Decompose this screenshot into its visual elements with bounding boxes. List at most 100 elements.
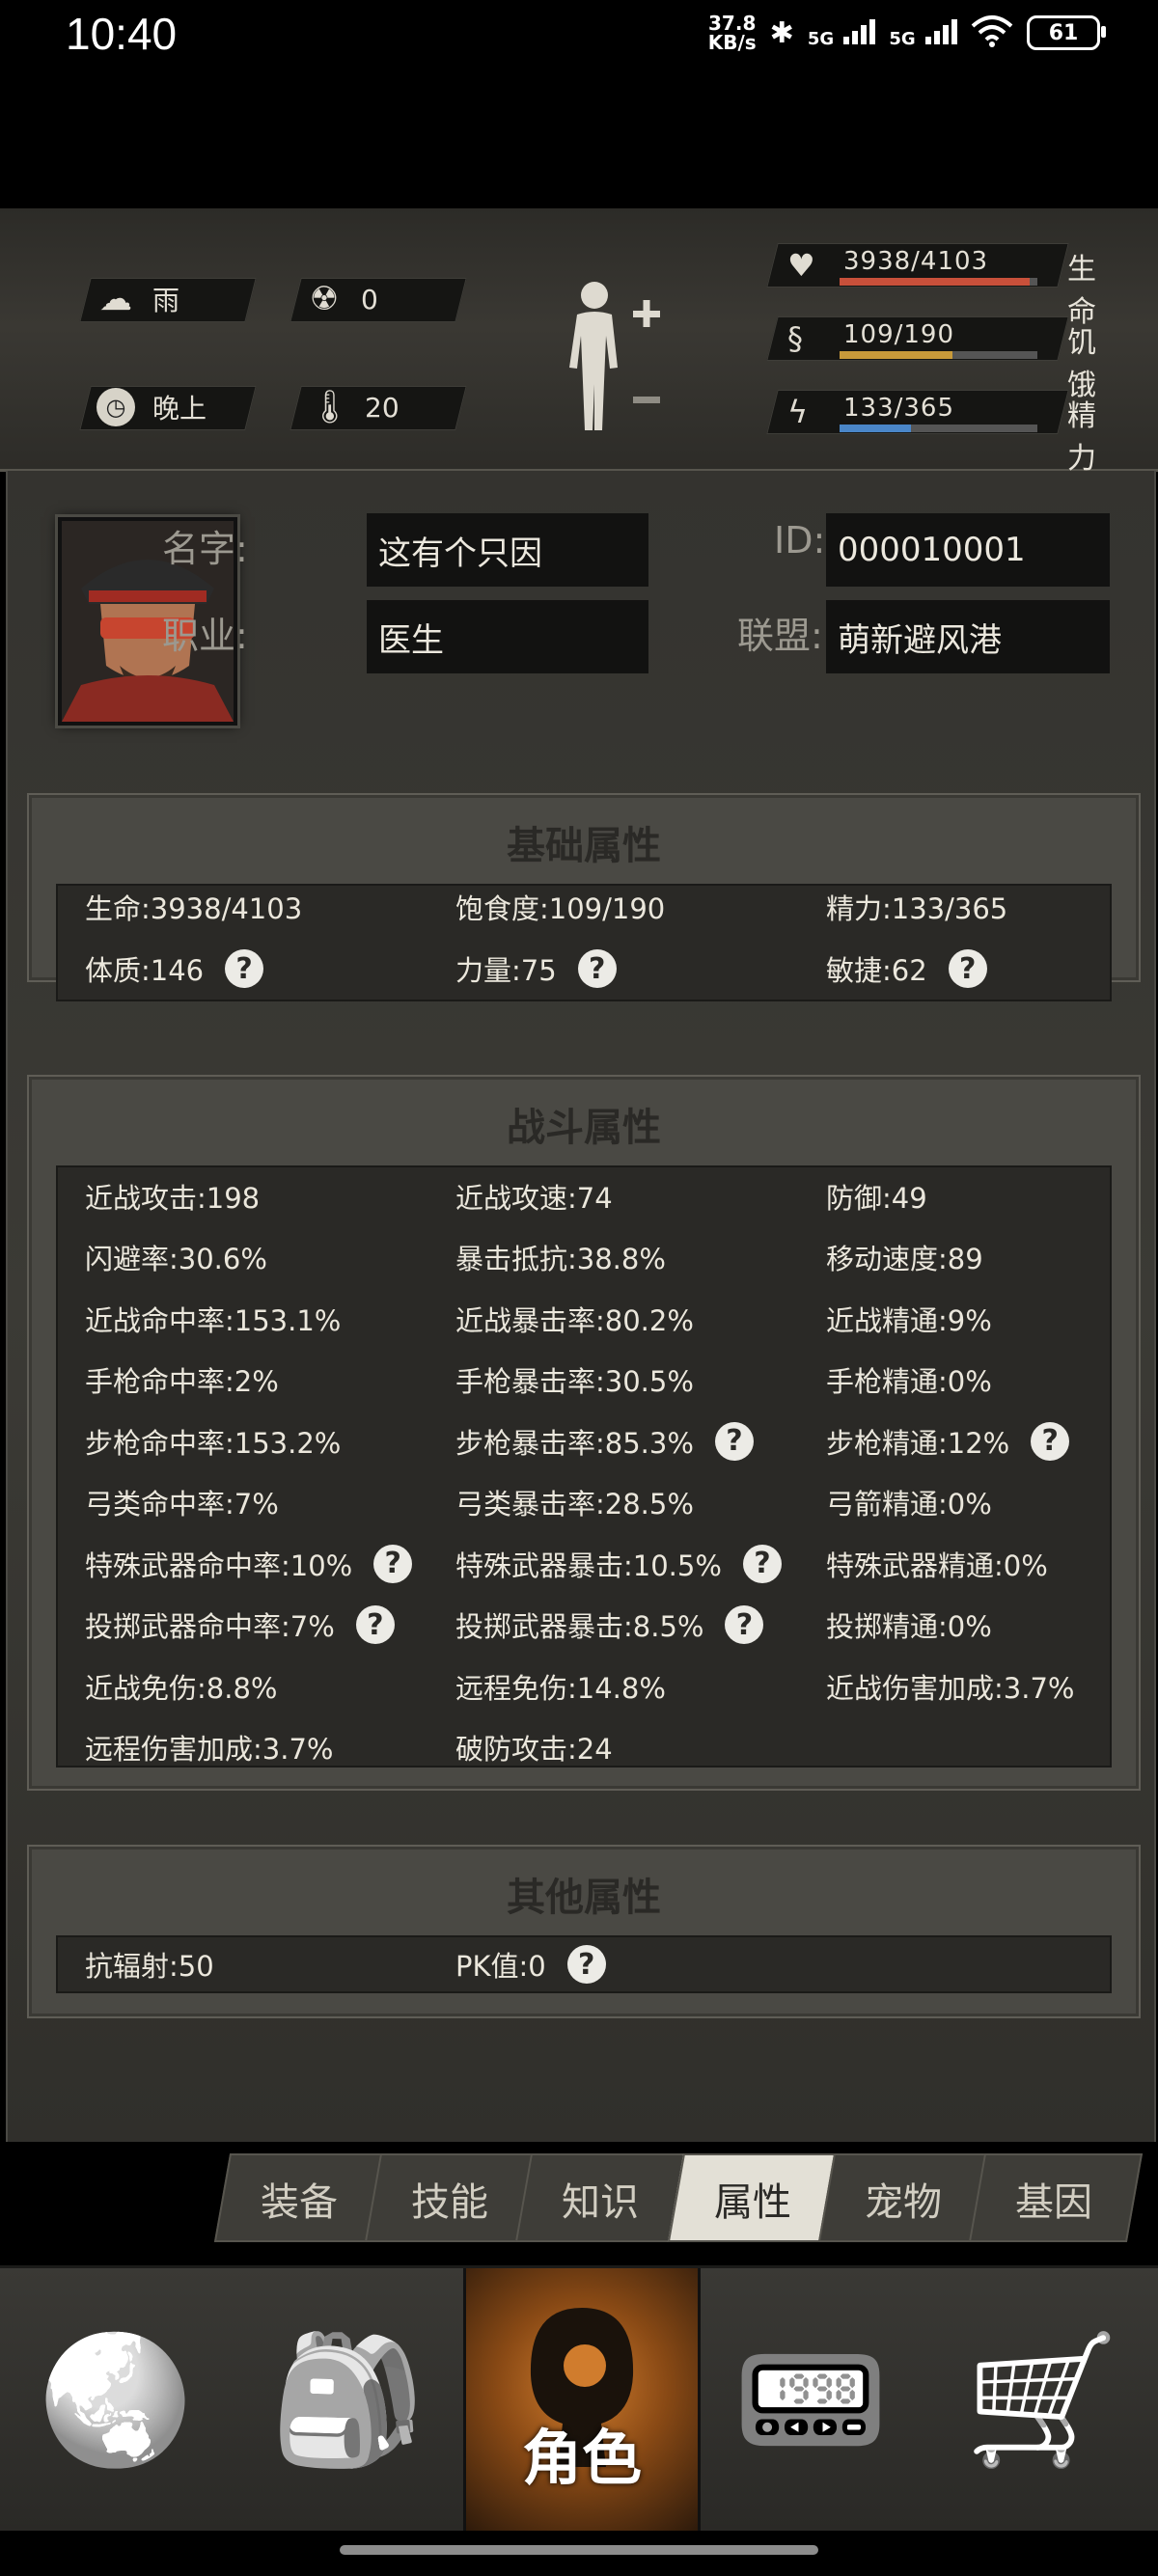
attribute-text: 暴击抵抗:38.8% bbox=[455, 1243, 666, 1276]
nav-item-backpack[interactable]: 🎒 bbox=[232, 2268, 463, 2531]
job-field: 医生 bbox=[367, 600, 648, 673]
attribute-cell: 步枪精通:12%? bbox=[826, 1411, 1070, 1472]
attribute-text: 移动速度:89 bbox=[826, 1243, 983, 1276]
status-bar: 10:40 37.8 KB/s ✱ 5G 5G 61 bbox=[0, 0, 1158, 77]
attribute-cell: 手枪命中率:2% bbox=[85, 1350, 279, 1411]
attribute-cell: 破防攻击:24 bbox=[455, 1717, 613, 1779]
signal-icon-2: 5G bbox=[889, 17, 957, 49]
attribute-text: 近战命中率:153.1% bbox=[85, 1303, 342, 1337]
stomach-icon: § bbox=[787, 320, 803, 357]
nav-item-radio[interactable]: 📟 bbox=[695, 2268, 926, 2531]
help-icon[interactable]: ? bbox=[373, 1544, 413, 1583]
temperature-indicator: 🌡 20 bbox=[309, 388, 400, 426]
globe-icon: 🌏 bbox=[38, 2326, 194, 2473]
attribute-cell: 弓类暴击率:28.5% bbox=[455, 1472, 694, 1534]
combat-attributes-grid: 近战攻击:198 近战攻速:74 防御:49 闪避率:30.6% 暴击抵抗:38.8% 移… bbox=[56, 1165, 1112, 1768]
attribute-cell: 手枪暴击率:30.5% bbox=[455, 1350, 694, 1411]
help-icon[interactable]: ? bbox=[566, 1945, 606, 1984]
help-icon[interactable]: ? bbox=[355, 1605, 395, 1645]
section-title: 其他属性 bbox=[507, 1876, 661, 1920]
status-icons: 37.8 KB/s ✱ 5G 5G 61 bbox=[708, 14, 1106, 52]
attribute-cell: 抗辐射:50 bbox=[85, 1935, 214, 1993]
health-bar-fill bbox=[840, 278, 1030, 286]
attribute-cell: 特殊武器暴击:10.5%? bbox=[455, 1533, 782, 1595]
nav-item-cart[interactable]: 🛒 bbox=[926, 2268, 1158, 2531]
weather-indicator: ☁ 雨 bbox=[96, 278, 179, 320]
attribute-text: 弓箭精通:0% bbox=[826, 1488, 992, 1521]
attribute-text: 饱食度:109/190 bbox=[455, 892, 666, 925]
rain-cloud-icon: ☁ bbox=[99, 280, 132, 318]
attribute-cell: 近战暴击率:80.2% bbox=[455, 1288, 694, 1350]
help-icon[interactable]: ? bbox=[742, 1544, 782, 1583]
nav-item-globe[interactable]: 🌏 bbox=[0, 2268, 232, 2531]
attribute-cell: 体质:146? bbox=[85, 938, 264, 1000]
energy-bar-fill bbox=[840, 425, 911, 432]
time-of-day-indicator: ◷ 晚上 bbox=[96, 386, 207, 428]
bluetooth-icon: ✱ bbox=[769, 15, 794, 50]
attribute-cell: 防御:49 bbox=[826, 1165, 927, 1227]
body-status-icon[interactable] bbox=[556, 276, 672, 440]
attribute-cell: 近战精通:9% bbox=[826, 1288, 992, 1350]
energy-icon: ϟ bbox=[787, 394, 809, 430]
character-panel: 名字: 这有个只因 职业: 医生 ID: 000010001 联盟: 萌新避风港… bbox=[6, 471, 1156, 2142]
alliance-field: 萌新避风港 bbox=[826, 600, 1110, 673]
tab-5[interactable]: 基因 bbox=[977, 2171, 1131, 2227]
basic-attributes-section: 基础属性 生命:3938/4103 饱食度:109/190 精力:133/365 体质… bbox=[27, 793, 1141, 1001]
home-indicator[interactable] bbox=[340, 2545, 818, 2555]
tab-bar: 装备 技能 知识 属性 宠物 基因 bbox=[0, 2153, 1158, 2250]
attribute-text: 破防攻击:24 bbox=[455, 1733, 613, 1767]
section-title: 基础属性 bbox=[507, 824, 661, 868]
attribute-text: PK值:0 bbox=[455, 1950, 546, 1983]
combat-attributes-section: 战斗属性 近战攻击:198 近战攻速:74 防御:49 闪避率:30.6% 暴击抵抗:3… bbox=[27, 1075, 1141, 1791]
attribute-cell: 移动速度:89 bbox=[826, 1227, 983, 1289]
job-label: 职业: bbox=[162, 615, 248, 657]
attribute-text: 步枪精通:12% bbox=[826, 1426, 1010, 1460]
alliance-label: 联盟: bbox=[737, 615, 823, 657]
health-bar: ♥ 3938/4103 生命 bbox=[766, 243, 1119, 329]
attribute-text: 弓类命中率:7% bbox=[85, 1488, 279, 1521]
tab-0[interactable]: 装备 bbox=[222, 2171, 376, 2227]
radio-icon: 📟 bbox=[732, 2326, 889, 2473]
section-title: 战斗属性 bbox=[507, 1106, 661, 1150]
attribute-text: 近战伤害加成:3.7% bbox=[826, 1671, 1075, 1705]
tab-2[interactable]: 知识 bbox=[523, 2171, 677, 2227]
hud-panel: ☁ 雨 ☢ 0 ◷ 晚上 🌡 20 ♥ 3938/4103 生命 § 109/1… bbox=[0, 208, 1158, 476]
help-icon[interactable]: ? bbox=[725, 1605, 764, 1645]
attribute-text: 弓类暴击率:28.5% bbox=[455, 1488, 694, 1521]
nav-item-character[interactable]: 角色 bbox=[463, 2268, 701, 2531]
help-icon[interactable]: ? bbox=[948, 949, 987, 988]
hunger-bar: § 109/190 饥饿 bbox=[766, 316, 1119, 402]
clock-icon: ◷ bbox=[96, 388, 135, 426]
battery-icon: 61 bbox=[1027, 15, 1106, 50]
tab-3[interactable]: 属性 bbox=[676, 2171, 830, 2227]
name-label: 名字: bbox=[162, 528, 248, 570]
attribute-cell: 投掷武器命中率:7%? bbox=[85, 1595, 395, 1657]
attribute-text: 闪避率:30.6% bbox=[85, 1243, 267, 1276]
attribute-text: 步枪暴击率:85.3% bbox=[455, 1426, 694, 1460]
attribute-cell: 近战攻击:198 bbox=[85, 1165, 260, 1227]
help-icon[interactable]: ? bbox=[714, 1421, 754, 1461]
attribute-cell: 精力:133/365 bbox=[826, 876, 1007, 938]
tab-1[interactable]: 技能 bbox=[372, 2171, 527, 2227]
energy-bar: ϟ 133/365 精力 bbox=[766, 390, 1119, 476]
attribute-cell: 近战免伤:8.8% bbox=[85, 1656, 277, 1717]
attribute-text: 投掷武器命中率:7% bbox=[85, 1610, 335, 1644]
tab-4[interactable]: 宠物 bbox=[826, 2171, 980, 2227]
radiation-icon: ☢ bbox=[309, 280, 340, 318]
attribute-text: 防御:49 bbox=[826, 1181, 927, 1215]
attribute-text: 特殊武器命中率:10% bbox=[85, 1548, 353, 1582]
attribute-text: 投掷精通:0% bbox=[826, 1610, 992, 1644]
attribute-cell: 近战攻速:74 bbox=[455, 1165, 613, 1227]
attribute-cell: 近战伤害加成:3.7% bbox=[826, 1656, 1074, 1717]
help-icon[interactable]: ? bbox=[1031, 1421, 1070, 1461]
attribute-text: 近战攻速:74 bbox=[455, 1181, 613, 1215]
help-icon[interactable]: ? bbox=[225, 949, 264, 988]
attribute-cell: 暴击抵抗:38.8% bbox=[455, 1227, 666, 1289]
attribute-cell: 敏捷:62? bbox=[826, 938, 987, 1000]
attribute-cell: 弓类命中率:7% bbox=[85, 1472, 279, 1534]
attribute-cell: PK值:0? bbox=[455, 1935, 606, 1993]
other-attributes-section: 其他属性 抗辐射:50 PK值:0? bbox=[27, 1845, 1141, 2018]
attribute-text: 近战免伤:8.8% bbox=[85, 1671, 278, 1705]
help-icon[interactable]: ? bbox=[577, 949, 617, 988]
attribute-cell: 远程伤害加成:3.7% bbox=[85, 1717, 333, 1779]
